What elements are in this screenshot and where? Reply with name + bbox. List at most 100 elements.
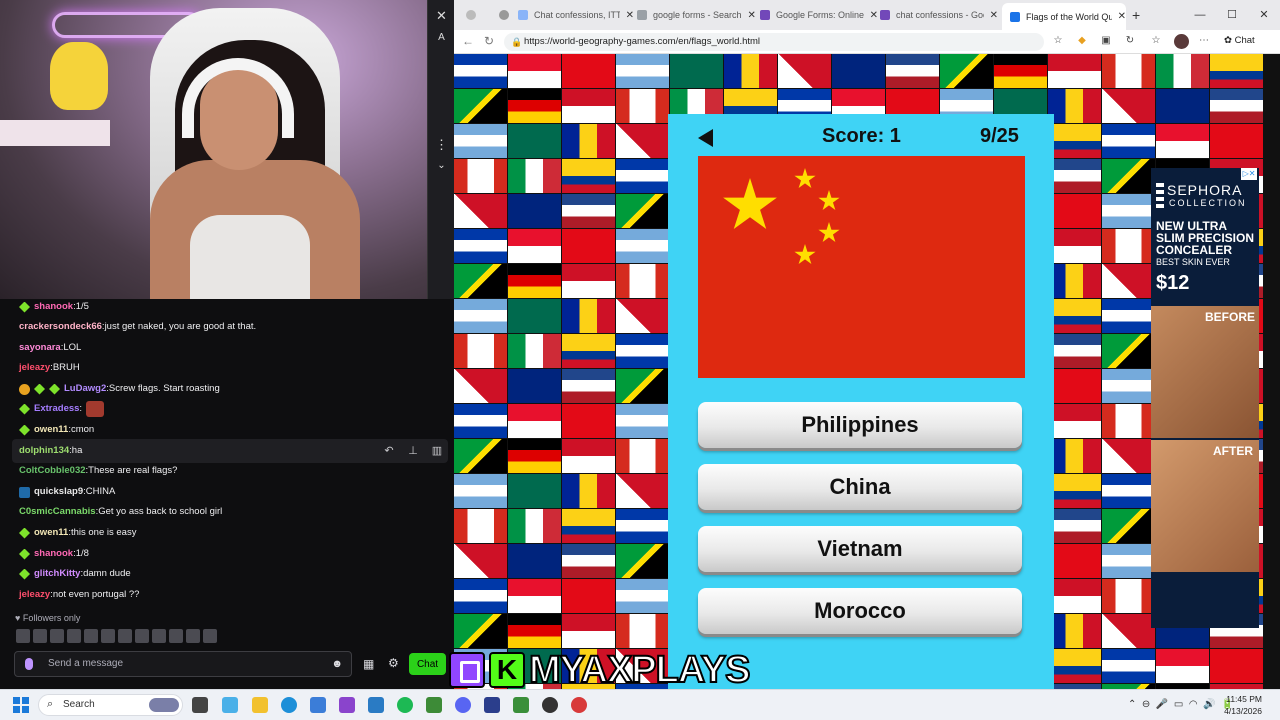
chat-username[interactable]: quickslap9: [34, 483, 83, 501]
tab-globe-icon[interactable]: [492, 4, 516, 26]
chat-username[interactable]: shanook: [34, 298, 73, 316]
back-arrow-icon[interactable]: [698, 129, 713, 147]
store-icon[interactable]: [310, 697, 326, 713]
chat-message[interactable]: owen11: cmon: [19, 421, 94, 439]
chat-message[interactable]: shanook: 1/5: [19, 298, 89, 316]
obs-icon[interactable]: [542, 697, 558, 713]
chat-username[interactable]: jeleazy: [19, 359, 50, 377]
new-tab-button[interactable]: +: [1132, 4, 1140, 26]
diamond-badge-icon[interactable]: [34, 383, 45, 395]
diamond-badge-icon[interactable]: [19, 527, 30, 539]
chevron-down-icon[interactable]: ⌄: [431, 156, 452, 176]
tab-2[interactable]: google forms - Search ✕: [637, 4, 757, 26]
extension-icon[interactable]: ▣: [1100, 35, 1112, 47]
chat-username[interactable]: Extradess: [34, 400, 79, 418]
chat-username[interactable]: owen11: [34, 421, 68, 439]
chat-username[interactable]: sayonara: [19, 339, 61, 357]
spotify-icon[interactable]: [397, 697, 413, 713]
chat-username[interactable]: dolphin134: [19, 442, 69, 460]
tab-4[interactable]: chat confessions - Goo ✕: [880, 4, 998, 26]
file-explorer-icon[interactable]: [252, 697, 268, 713]
answer-button-morocco[interactable]: Morocco: [698, 588, 1022, 634]
app-icon[interactable]: [484, 697, 500, 713]
task-view-icon[interactable]: [192, 697, 208, 713]
ad-choices-icon[interactable]: ▷✕: [1241, 168, 1257, 180]
chat-message[interactable]: crackersondeck66: just get naked, you ar…: [19, 318, 256, 336]
maximize-icon[interactable]: ☐: [1216, 0, 1248, 30]
chat-input[interactable]: Send a message ☻: [14, 651, 352, 677]
chat-username[interactable]: shanook: [34, 545, 73, 563]
chat-username[interactable]: owen11: [34, 524, 68, 542]
tab-5[interactable]: Flags of the World Qui ✕: [1002, 3, 1126, 30]
tab-sidebar-icon[interactable]: [458, 4, 484, 26]
text-size-icon[interactable]: A: [431, 28, 452, 48]
favorite-star-icon[interactable]: ☆: [1052, 35, 1064, 47]
chat-send-button[interactable]: Chat: [409, 653, 446, 675]
coin-badge-icon[interactable]: [19, 383, 30, 395]
app-icon[interactable]: [339, 697, 355, 713]
emoji-icon[interactable]: ☻: [331, 658, 343, 670]
chat-message[interactable]: glitchKitty: damn dude: [19, 565, 131, 583]
diamond-badge-icon[interactable]: [19, 568, 30, 580]
extension-icon[interactable]: ◆: [1076, 35, 1088, 47]
favorites-icon[interactable]: ☆: [1150, 35, 1162, 47]
microphone-icon[interactable]: [25, 658, 33, 670]
gear-icon[interactable]: ⚙: [388, 656, 399, 670]
copilot-chat-button[interactable]: ✿ Chat: [1224, 35, 1255, 46]
window-close-icon[interactable]: ✕: [1248, 0, 1280, 30]
chat-username[interactable]: LuDawg2: [64, 380, 106, 398]
windows-start-icon[interactable]: [13, 697, 29, 713]
diamond-badge-icon[interactable]: [49, 383, 60, 395]
diamond-badge-icon[interactable]: [19, 424, 30, 436]
tab-close-icon[interactable]: ✕: [626, 10, 634, 21]
chat-username[interactable]: ColtCobble032: [19, 462, 86, 480]
chat-username[interactable]: C0smicCannabis: [19, 503, 96, 521]
url-field[interactable]: 🔒 https://world-geography-games.com/en/f…: [504, 33, 1044, 51]
clock[interactable]: 11:45 PM 4/13/2026: [1218, 693, 1262, 717]
reload-icon[interactable]: ↻: [484, 34, 494, 48]
taskbar-search[interactable]: ⌕ Search: [38, 694, 183, 716]
tab-close-icon[interactable]: ✕: [748, 10, 756, 21]
profile-avatar[interactable]: [1174, 34, 1189, 49]
chat-message[interactable]: dolphin134: ha: [19, 442, 82, 460]
delete-icon[interactable]: ▥: [430, 444, 444, 458]
tab-close-icon[interactable]: ✕: [870, 10, 878, 21]
tab-close-icon[interactable]: ✕: [990, 10, 998, 21]
tab-1[interactable]: Chat confessions, ITTS ✕: [518, 4, 634, 26]
reply-icon[interactable]: ↶: [382, 444, 396, 458]
tab-close-icon[interactable]: ✕: [1118, 11, 1126, 22]
chat-username[interactable]: crackersondeck66: [19, 318, 102, 336]
chat-message[interactable]: quickslap9: CHINA: [19, 483, 115, 501]
bolt-badge-icon[interactable]: [19, 486, 30, 498]
diamond-badge-icon[interactable]: [19, 548, 30, 560]
answer-button-vietnam[interactable]: Vietnam: [698, 526, 1022, 572]
chat-username[interactable]: glitchKitty: [34, 565, 80, 583]
diamond-badge-icon[interactable]: [19, 301, 30, 313]
minecraft-icon[interactable]: [426, 697, 442, 713]
more-icon[interactable]: ⋮: [431, 135, 452, 155]
chat-username[interactable]: jeleazy: [19, 586, 50, 604]
chat-emote[interactable]: [86, 401, 105, 417]
tab-3[interactable]: Google Forms: Online ✕: [760, 4, 878, 26]
more-icon[interactable]: ⋯: [1198, 35, 1210, 47]
back-icon[interactable]: ←: [462, 34, 474, 48]
chat-message[interactable]: sayonara: LOL: [19, 339, 81, 357]
chat-message[interactable]: shanook: 1/8: [19, 545, 89, 563]
app-icon[interactable]: [368, 697, 384, 713]
chat-message[interactable]: jeleazy: not even portugal ??: [19, 586, 139, 604]
answer-button-philippines[interactable]: Philippines: [698, 402, 1022, 448]
answer-button-china[interactable]: China: [698, 464, 1022, 510]
edge-icon[interactable]: [281, 697, 297, 713]
chat-message[interactable]: LuDawg2: Screw flags. Start roasting: [19, 380, 220, 398]
sephora-ad[interactable]: ▷✕ SEPHORA COLLECTION NEW ULTRA SLIM PRE…: [1151, 168, 1259, 628]
chat-message[interactable]: owen11: this one is easy: [19, 524, 136, 542]
chat-message[interactable]: Extradess:: [19, 400, 105, 418]
pin-icon[interactable]: ⊥: [406, 444, 420, 458]
refresh-extension-icon[interactable]: ↻: [1124, 35, 1136, 47]
minecraft-launcher-icon[interactable]: [513, 697, 529, 713]
minimize-icon[interactable]: —: [1184, 0, 1216, 30]
diamond-badge-icon[interactable]: [19, 403, 30, 415]
discord-icon[interactable]: [455, 697, 471, 713]
copilot-icon[interactable]: [222, 697, 238, 713]
close-icon[interactable]: ✕: [431, 6, 452, 26]
